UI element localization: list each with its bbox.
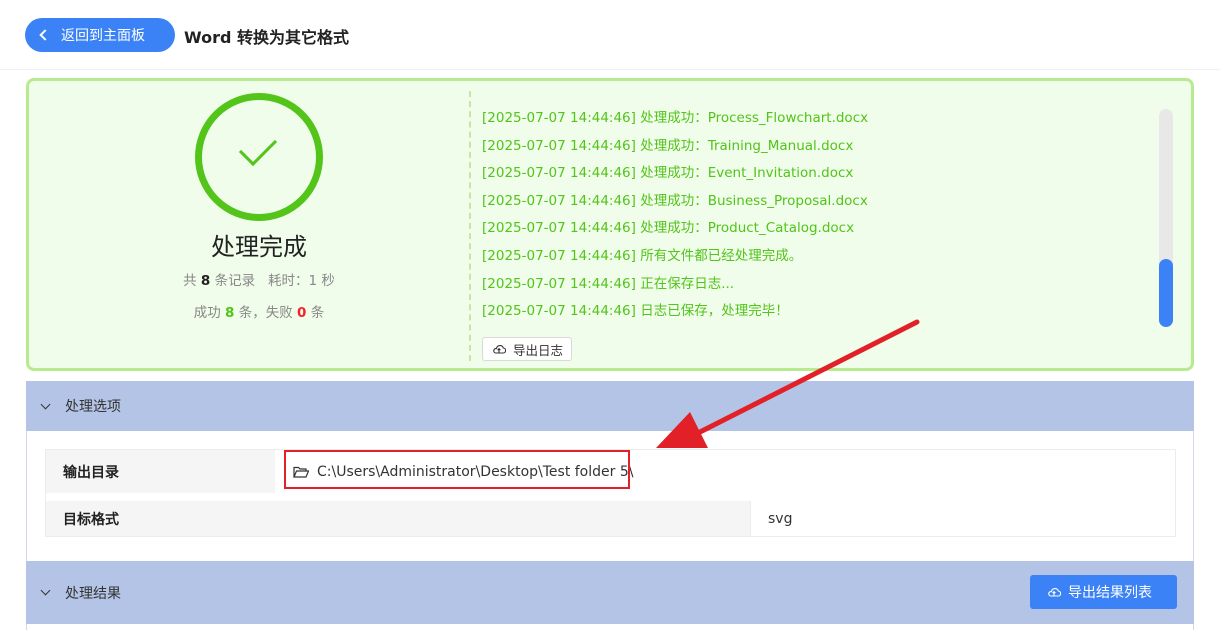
cloud-upload-icon	[1048, 588, 1061, 597]
fail-count: 0	[297, 305, 307, 321]
status-title: 处理完成	[211, 233, 307, 261]
total-prefix: 共	[183, 273, 197, 289]
results-section-body	[26, 624, 1194, 630]
page-title: Word 转换为其它格式	[184, 28, 349, 47]
record-count-line: 共 8 条记录 耗时：1 秒	[29, 269, 489, 289]
check-circle-icon	[195, 93, 323, 221]
cloud-upload-icon	[493, 345, 506, 354]
options-section-header[interactable]: 处理选项	[26, 381, 1194, 431]
back-button-label: 返回到主面板	[61, 28, 145, 44]
export-log-button[interactable]: 导出日志	[482, 337, 572, 361]
log-line: [2025-07-07 14:44:46] 处理成功：Business_Prop…	[482, 192, 868, 209]
status-panel: 处理完成 共 8 条记录 耗时：1 秒 成功 8 条，失败 0 条 [2025-…	[26, 78, 1194, 371]
log-line: [2025-07-07 14:44:46] 处理成功：Process_Flowc…	[482, 110, 869, 126]
fail-suffix: 条	[310, 305, 325, 321]
success-suffix: 条，失败	[238, 305, 293, 321]
log-line: [2025-07-07 14:44:46] 处理成功：Event_Invitat…	[482, 165, 854, 182]
annotation-highlight-box	[284, 450, 630, 489]
back-to-dashboard-button[interactable]: 返回到主面板	[25, 18, 175, 52]
results-section-label: 处理结果	[65, 585, 121, 602]
success-prefix: 成功	[193, 305, 221, 321]
elapsed-time: 耗时：1 秒	[267, 273, 335, 289]
log-list[interactable]: [2025-07-07 14:44:46] 处理成功：Process_Flowc…	[482, 105, 1142, 326]
target-format-value: svg	[750, 501, 1175, 536]
options-section-body: 输出目录 C:\Users\Administrator\Desktop\Test…	[26, 431, 1194, 561]
output-dir-label: 输出目录	[46, 450, 275, 493]
target-format-label: 目标格式	[46, 501, 275, 536]
output-dir-field[interactable]: C:\Users\Administrator\Desktop\Test fold…	[275, 450, 1175, 493]
chevron-down-icon	[40, 585, 51, 596]
log-line: [2025-07-07 14:44:46] 处理成功：Product_Catal…	[482, 220, 855, 237]
panel-divider	[469, 91, 471, 361]
export-results-button[interactable]: 导出结果列表	[1030, 575, 1177, 609]
chevron-down-icon	[40, 399, 51, 409]
options-section-label: 处理选项	[65, 399, 121, 415]
log-line: [2025-07-07 14:44:46] 日志已保存，处理完毕！	[482, 303, 789, 320]
target-format-row: 目标格式 svg	[46, 493, 1175, 536]
total-suffix: 条记录	[214, 273, 256, 289]
output-dir-row: 输出目录 C:\Users\Administrator\Desktop\Test…	[46, 450, 1175, 493]
success-count: 8	[225, 305, 235, 321]
results-section-header[interactable]: 处理结果	[26, 561, 1194, 624]
chevron-left-icon	[39, 29, 51, 41]
top-bar: 返回到主面板 Word 转换为其它格式	[0, 0, 1220, 70]
success-fail-line: 成功 8 条，失败 0 条	[29, 301, 489, 321]
log-line: [2025-07-07 14:44:46] 正在保存日志...	[482, 275, 735, 292]
export-results-label: 导出结果列表	[1068, 585, 1152, 601]
target-format-spacer	[275, 501, 750, 536]
total-count: 8	[200, 273, 211, 289]
log-line: [2025-07-07 14:44:46] 处理成功：Training_Manu…	[482, 137, 854, 154]
scrollbar-thumb[interactable]	[1159, 259, 1173, 327]
log-line: [2025-07-07 14:44:46] 所有文件都已经处理完成。	[482, 247, 803, 264]
log-scrollbar[interactable]	[1159, 109, 1173, 327]
checkmark-icon	[238, 127, 278, 167]
options-table: 输出目录 C:\Users\Administrator\Desktop\Test…	[45, 449, 1176, 537]
export-log-label: 导出日志	[513, 342, 564, 358]
